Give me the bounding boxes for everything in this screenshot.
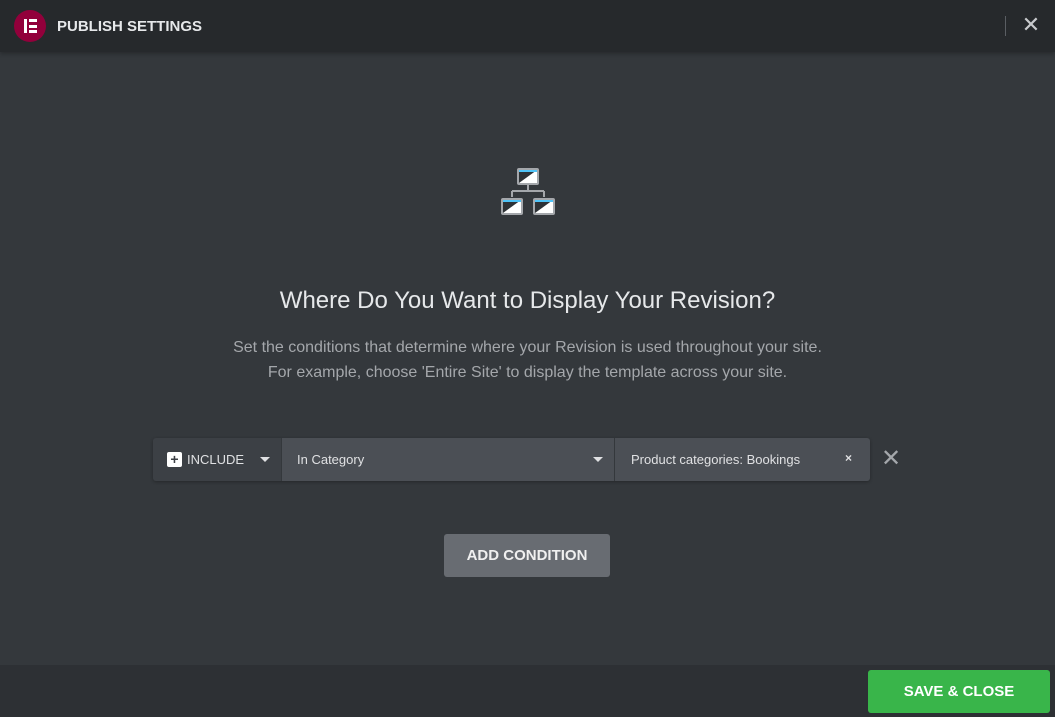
condition-row: + INCLUDE In Category Product categories…: [153, 438, 870, 481]
description: Set the conditions that determine where …: [0, 335, 1055, 385]
plus-icon: +: [167, 452, 182, 467]
remove-condition-icon[interactable]: ✕: [881, 447, 901, 471]
header: PUBLISH SETTINGS ✕: [0, 0, 1055, 52]
value-label: Product categories: Bookings: [631, 452, 801, 467]
close-icon[interactable]: ✕: [1020, 14, 1042, 36]
elementor-logo: [14, 10, 46, 42]
add-condition-button[interactable]: ADD CONDITION: [444, 534, 610, 577]
chevron-down-icon: [593, 457, 603, 462]
remove-value-icon[interactable]: ×: [845, 451, 852, 465]
page-heading: Where Do You Want to Display Your Revisi…: [279, 287, 776, 314]
sitemap-icon: [501, 168, 555, 215]
value-select[interactable]: Product categories: Bookings ×: [614, 438, 870, 481]
header-divider: [1005, 16, 1006, 36]
chevron-down-icon: [260, 457, 270, 462]
rule-label: In Category: [297, 452, 365, 467]
rule-select[interactable]: In Category: [281, 438, 614, 481]
description-line: For example, choose 'Entire Site' to dis…: [267, 364, 788, 381]
include-label: INCLUDE: [187, 452, 245, 467]
save-close-button[interactable]: SAVE & CLOSE: [868, 670, 1050, 713]
include-select[interactable]: + INCLUDE: [153, 438, 281, 481]
description-line: Set the conditions that determine where …: [233, 339, 822, 356]
dialog-title: PUBLISH SETTINGS: [57, 17, 203, 35]
